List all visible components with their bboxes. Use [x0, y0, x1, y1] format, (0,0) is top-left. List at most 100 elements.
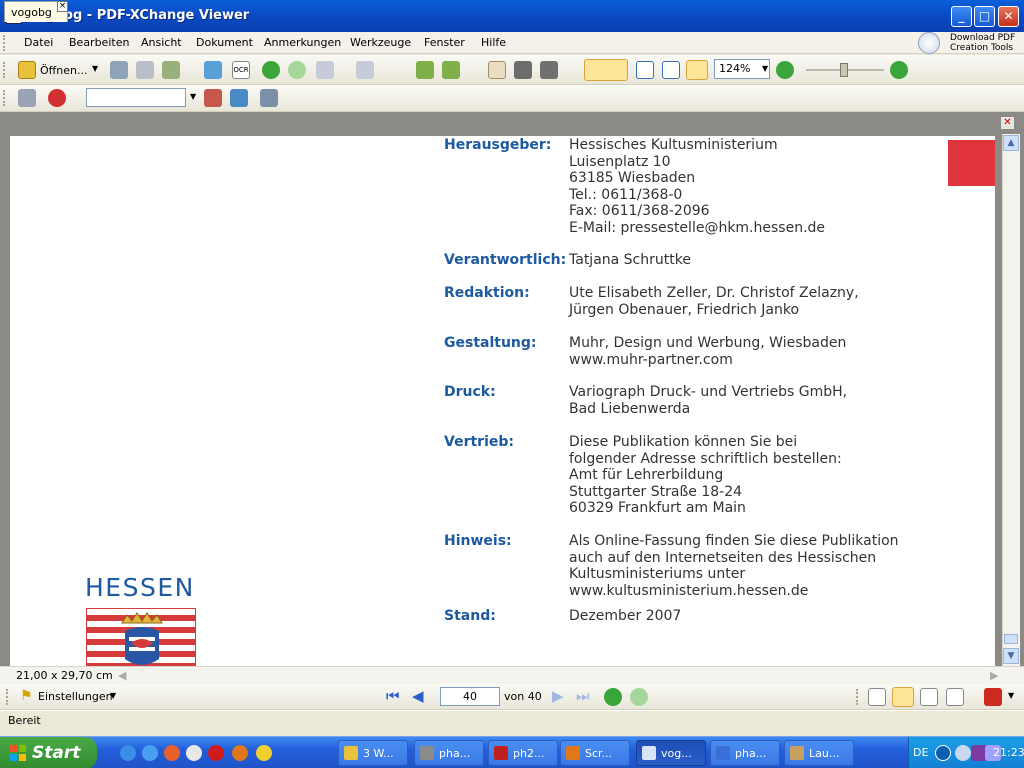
scroll-down-button[interactable]: ▼: [1003, 648, 1019, 664]
main-toolbar: Öffnen... ▼ OCR 124% ▼: [0, 55, 1024, 85]
menu-werkzeuge[interactable]: Werkzeuge: [350, 36, 411, 49]
layout-grip[interactable]: [856, 689, 859, 705]
single-page-icon[interactable]: [868, 688, 886, 706]
ie-icon[interactable]: [120, 745, 136, 761]
media-icon[interactable]: [164, 745, 180, 761]
taskbar-task-button[interactable]: pha...: [710, 740, 780, 766]
entry-line: www.muhr-partner.com: [569, 351, 733, 368]
toolbar2-grip[interactable]: [3, 90, 6, 106]
save-icon[interactable]: [110, 61, 128, 79]
settings-dropdown-arrow-icon[interactable]: ▼: [110, 691, 116, 700]
hand-tool-icon[interactable]: [488, 61, 506, 79]
entry-line: Jürgen Obenauer, Friedrich Janko: [569, 301, 800, 318]
fit-page-icon[interactable]: [662, 61, 680, 79]
zoom-in-icon[interactable]: [890, 61, 908, 79]
fit-width-icon[interactable]: [686, 60, 708, 80]
network-icon[interactable]: [955, 745, 971, 761]
taskbar-task-button[interactable]: vog...: [636, 740, 706, 766]
binoculars-icon[interactable]: [18, 89, 36, 107]
pdf-page[interactable]: Herausgeber: Hessisches Kultusministerium…: [10, 136, 995, 666]
email-icon[interactable]: [204, 61, 222, 79]
menu-bearbeiten[interactable]: Bearbeiten: [69, 36, 129, 49]
continuous-facing-icon[interactable]: [946, 688, 964, 706]
scroll-left-icon[interactable]: ◀: [118, 669, 126, 682]
taskbar-task-button[interactable]: Lau...: [784, 740, 854, 766]
snapshot-icon[interactable]: [514, 61, 532, 79]
task-label: Scr...: [585, 747, 613, 760]
taskbar-task-button[interactable]: pha...: [414, 740, 484, 766]
settings-flag-icon[interactable]: ⚑: [20, 688, 33, 704]
search-input[interactable]: [86, 88, 186, 107]
close-all-tabs-icon[interactable]: ✕: [1000, 116, 1015, 130]
menu-hilfe[interactable]: Hilfe: [481, 36, 506, 49]
tray-expand-icon[interactable]: [935, 745, 951, 761]
settings-button[interactable]: Einstellungen: [38, 690, 113, 703]
toolbar-grip[interactable]: [3, 62, 6, 78]
document-tab[interactable]: vogobg ×: [4, 1, 68, 22]
forward-icon[interactable]: [288, 61, 306, 79]
start-button[interactable]: Start: [0, 737, 97, 768]
highlight-icon[interactable]: [260, 89, 278, 107]
taskbar-task-button[interactable]: ph2...: [488, 740, 558, 766]
pdf-tools-icon[interactable]: [984, 688, 1002, 706]
taskbar-task-button[interactable]: Scr...: [560, 740, 630, 766]
open-dropdown-arrow-icon[interactable]: ▼: [92, 64, 98, 73]
horizontal-scrollbar[interactable]: 21,00 x 29,70 cm ◀ ▶: [0, 666, 1024, 684]
open-button-label[interactable]: Öffnen...: [40, 64, 87, 77]
menu-ansicht[interactable]: Ansicht: [141, 36, 182, 49]
continuous-page-icon[interactable]: [892, 687, 914, 707]
export-icon[interactable]: [162, 61, 180, 79]
player-icon[interactable]: [186, 745, 202, 761]
minimize-button[interactable]: _: [951, 6, 972, 27]
ocr-icon[interactable]: OCR: [232, 61, 250, 79]
zoom-dropdown-arrow-icon[interactable]: ▼: [762, 64, 768, 73]
next-view-icon[interactable]: [630, 688, 648, 706]
entry-line: 63185 Wiesbaden: [569, 170, 696, 186]
search-web-icon[interactable]: [48, 89, 66, 107]
last-page-icon[interactable]: ⏭: [576, 687, 590, 705]
rotate-left-icon[interactable]: [416, 61, 434, 79]
taskbar-task-button[interactable]: 3 W...: [338, 740, 408, 766]
menu-anmerkungen[interactable]: Anmerkungen: [264, 36, 341, 49]
zoom-tool-icon[interactable]: [584, 59, 628, 81]
next-page-icon[interactable]: ▶: [552, 687, 564, 705]
email-client-icon[interactable]: [142, 745, 158, 761]
opera-icon[interactable]: [208, 745, 224, 761]
page-number-input[interactable]: 40: [440, 687, 500, 706]
menu-datei[interactable]: Datei: [24, 36, 53, 49]
actual-size-icon[interactable]: [636, 61, 654, 79]
menu-dokument[interactable]: Dokument: [196, 36, 253, 49]
scroll-right-icon[interactable]: ▶: [990, 669, 998, 682]
zoom-slider-thumb[interactable]: [840, 63, 848, 77]
layout-dropdown-arrow-icon[interactable]: ▼: [1008, 691, 1014, 700]
find-next-icon[interactable]: [230, 89, 248, 107]
menu-fenster[interactable]: Fenster: [424, 36, 465, 49]
tab-close-icon[interactable]: ×: [57, 1, 68, 12]
download-pdf-tools-button[interactable]: Download PDF Creation Tools: [918, 30, 1022, 56]
rotate-right-icon[interactable]: [442, 61, 460, 79]
text-select-icon[interactable]: [540, 61, 558, 79]
facing-pages-icon[interactable]: [920, 688, 938, 706]
navbar-grip[interactable]: [6, 689, 9, 705]
previous-view-icon[interactable]: [604, 688, 622, 706]
zoom-out-icon[interactable]: [776, 61, 794, 79]
first-page-icon[interactable]: ⏮: [386, 687, 400, 705]
open-folder-icon[interactable]: [18, 61, 36, 79]
undo-icon[interactable]: [316, 61, 334, 79]
scroll-up-button[interactable]: ▲: [1003, 135, 1019, 151]
redo-icon[interactable]: [356, 61, 374, 79]
scroll-thumb[interactable]: [1004, 634, 1018, 644]
quick-launch-icon[interactable]: [256, 745, 272, 761]
maximize-button[interactable]: □: [974, 6, 995, 27]
find-previous-icon[interactable]: [204, 89, 222, 107]
task-label: vog...: [661, 747, 692, 760]
close-button[interactable]: ✕: [998, 6, 1019, 27]
menu-grip[interactable]: [3, 35, 6, 51]
search-dropdown-arrow-icon[interactable]: ▼: [190, 92, 196, 101]
back-icon[interactable]: [262, 61, 280, 79]
vertical-scrollbar[interactable]: ▲ ▼: [1002, 134, 1020, 666]
language-indicator[interactable]: DE: [913, 746, 928, 759]
print-icon[interactable]: [136, 61, 154, 79]
firefox-icon[interactable]: [232, 745, 248, 761]
previous-page-icon[interactable]: ◀: [412, 687, 424, 705]
